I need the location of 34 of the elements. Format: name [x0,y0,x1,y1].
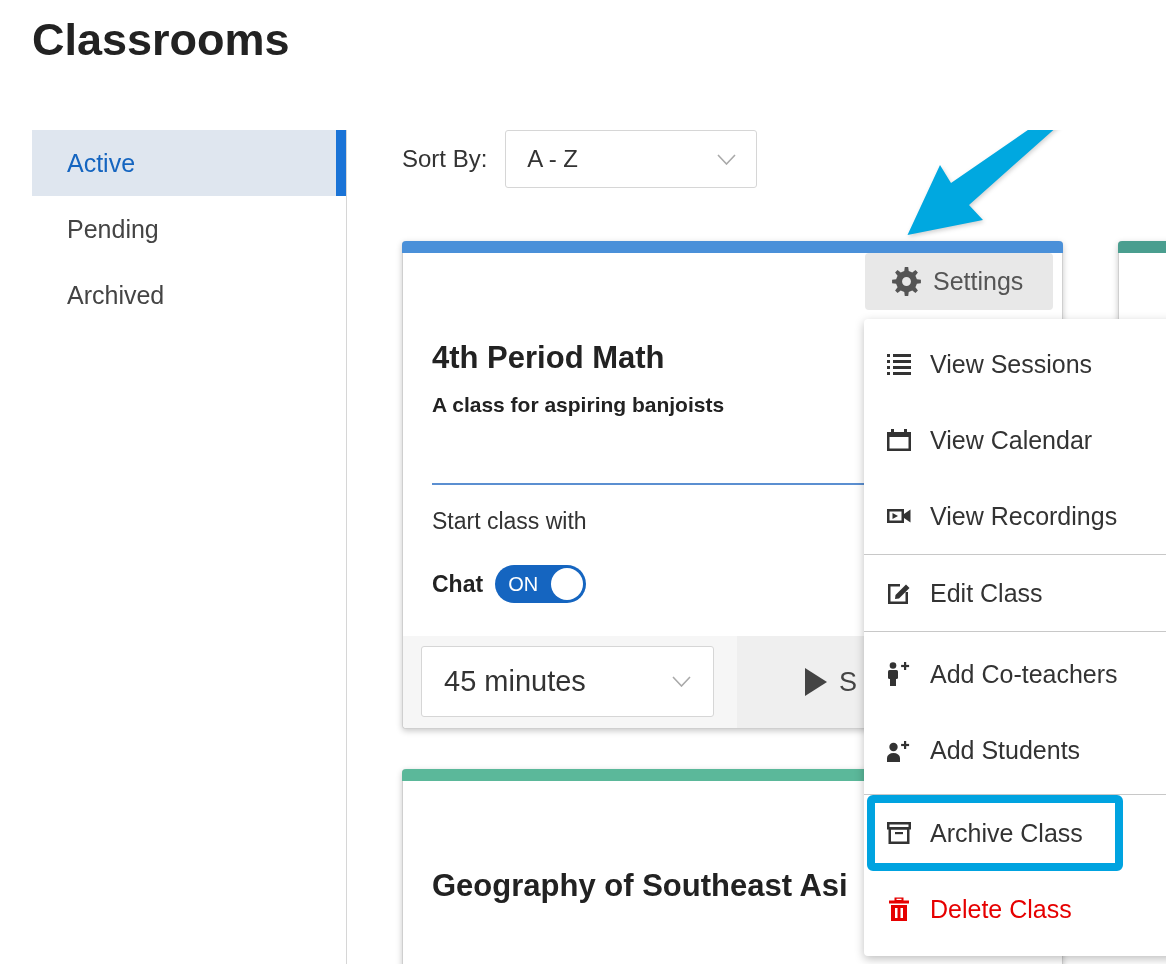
toggle-knob [551,568,584,600]
trash-icon [886,897,912,921]
archive-box-icon [886,821,912,845]
menu-item[interactable]: View Calendar [864,402,1166,478]
duration-select[interactable]: 45 minutes [421,646,714,717]
list-icon [886,352,912,376]
user-plus-icon [886,738,912,762]
class-title: 4th Period Math [432,340,665,376]
caret-icon [717,153,737,165]
toggle-label: Chat [432,570,484,598]
menu-item[interactable]: View Recordings [864,478,1166,554]
menu-item[interactable]: View Sessions [864,326,1166,402]
menu-item[interactable]: Edit Class [864,555,1166,631]
caret-icon [672,676,691,687]
calendar-icon [886,428,912,452]
sort-select[interactable]: A - Z [505,130,758,188]
sort-label: Sort By: [402,145,488,173]
class-title: Geography of Southeast Asi [432,868,848,904]
class-description: A class for aspiring banjoists [432,392,725,418]
menu-item[interactable]: Add Students [864,712,1166,788]
menu-item[interactable]: Delete Class [864,871,1166,947]
chat-toggle[interactable]: ON [495,565,587,603]
play-icon [805,668,827,696]
page-title: Classrooms [32,14,290,66]
menu-item[interactable]: Archive Class [864,795,1166,871]
edit-icon [886,581,912,605]
sidebar-item[interactable]: Active [32,130,346,196]
person-plus-icon [886,662,912,686]
sidebar-item[interactable]: Pending [32,196,346,262]
settings-button[interactable]: Settings [865,253,1053,310]
start-with-label: Start class with [432,507,587,535]
menu-item[interactable]: Add Co-teachers [864,636,1166,712]
gear-icon [892,267,921,296]
sidebar-item[interactable]: Archived [32,262,346,328]
